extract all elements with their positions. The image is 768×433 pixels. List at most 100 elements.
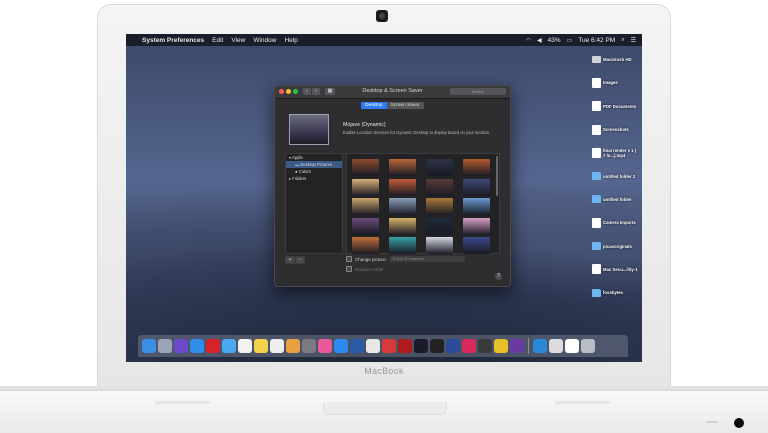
wallpaper-thumbnail[interactable] bbox=[352, 198, 379, 215]
document-icon bbox=[592, 264, 601, 275]
tab-desktop[interactable]: Desktop bbox=[361, 102, 387, 109]
screen-capture-icon[interactable] bbox=[414, 339, 428, 353]
random-order-option: Random order bbox=[346, 266, 384, 272]
photos-icon[interactable] bbox=[286, 339, 300, 353]
menu-window[interactable]: Window bbox=[253, 37, 276, 44]
wallpaper-thumbnail[interactable] bbox=[389, 237, 416, 254]
opera-icon[interactable] bbox=[206, 339, 220, 353]
desktop-item[interactable]: fossbytes bbox=[592, 281, 638, 304]
sleep-indicator bbox=[706, 421, 718, 423]
chrome-icon[interactable] bbox=[494, 339, 508, 353]
siri-icon[interactable] bbox=[174, 339, 188, 353]
change-picture-checkbox[interactable] bbox=[346, 256, 352, 262]
wallpaper-thumbnail[interactable] bbox=[426, 198, 453, 215]
wallpaper-thumbnail[interactable] bbox=[463, 237, 490, 254]
desktop-item[interactable]: untitled folder 2 bbox=[592, 164, 638, 187]
reminders-icon[interactable] bbox=[270, 339, 284, 353]
downloads-stack-icon[interactable] bbox=[549, 339, 563, 353]
vivaldi-icon[interactable] bbox=[478, 339, 492, 353]
calendar-icon[interactable] bbox=[238, 339, 252, 353]
mail-icon[interactable] bbox=[222, 339, 236, 353]
add-folder-button[interactable]: + bbox=[285, 256, 295, 264]
itunes-icon[interactable] bbox=[318, 339, 332, 353]
desktop-screensaver-window: ‹ › ▦ Desktop & Screen Saver Search Desk… bbox=[274, 85, 511, 287]
wallpaper-thumbnail[interactable] bbox=[463, 198, 490, 215]
system-preferences-icon[interactable] bbox=[302, 339, 316, 353]
battery-percent[interactable]: 43% bbox=[548, 37, 561, 44]
virtualbox-icon[interactable] bbox=[350, 339, 364, 353]
source-group-apple[interactable]: ▾ Apple bbox=[286, 154, 342, 161]
menu-app-name[interactable]: System Preferences bbox=[142, 37, 204, 44]
remote-desktop-icon[interactable] bbox=[533, 339, 547, 353]
source-item-colors[interactable]: ● Colors bbox=[286, 168, 342, 175]
app-store-icon[interactable] bbox=[334, 339, 348, 353]
source-item-desktop-pictures[interactable]: ▬ Desktop Pictures bbox=[286, 161, 342, 168]
notification-center-icon[interactable]: ☰ bbox=[631, 37, 636, 44]
random-order-checkbox[interactable] bbox=[346, 266, 352, 272]
tab-screen-saver[interactable]: Screen Saver bbox=[386, 102, 424, 109]
wallpaper-thumbnail[interactable] bbox=[426, 237, 453, 254]
volume-icon[interactable]: ◀ bbox=[537, 37, 542, 44]
lips-app-icon[interactable] bbox=[462, 339, 476, 353]
menu-view[interactable]: View bbox=[231, 37, 245, 44]
desktop-item[interactable]: final render v 1 ( 7 lo...).mp4 bbox=[592, 141, 638, 164]
desktop-item[interactable]: Screenshots bbox=[592, 118, 638, 141]
wallpaper-thumbnail[interactable] bbox=[426, 178, 453, 196]
wallpaper-thumbnail[interactable] bbox=[352, 217, 379, 235]
notes-icon[interactable] bbox=[254, 339, 268, 353]
search-field[interactable]: Search bbox=[450, 88, 506, 95]
spotlight-icon[interactable]: ⌕ bbox=[621, 37, 624, 44]
wallpaper-thumbnail[interactable] bbox=[352, 237, 379, 254]
menu-help[interactable]: Help bbox=[284, 37, 297, 44]
tor-browser-icon[interactable] bbox=[510, 339, 524, 353]
desktop-item-label: Images bbox=[603, 80, 618, 86]
wallpaper-thumbnail[interactable] bbox=[426, 159, 453, 176]
wallpaper-thumbnail[interactable] bbox=[426, 217, 453, 235]
battery-icon[interactable]: ▭ bbox=[567, 37, 573, 44]
source-list: ▾ Apple ▬ Desktop Pictures ● Colors ▸ Fo… bbox=[285, 153, 343, 254]
finder-icon[interactable] bbox=[142, 339, 156, 353]
random-order-label: Random order bbox=[355, 266, 384, 272]
desktop-item[interactable]: picasoriginals bbox=[592, 234, 638, 257]
desktop-item[interactable]: untitled folder bbox=[592, 188, 638, 211]
desktop-item-label: fossbytes bbox=[603, 290, 624, 296]
monodraw-icon[interactable] bbox=[366, 339, 380, 353]
wallpaper-thumbnail[interactable] bbox=[389, 217, 416, 235]
desktop-item[interactable]: Images bbox=[592, 71, 638, 94]
wallpaper-thumbnail[interactable] bbox=[463, 217, 490, 235]
launchpad-icon[interactable] bbox=[158, 339, 172, 353]
desktop-item[interactable]: Camera Imports bbox=[592, 211, 638, 234]
network-icon[interactable] bbox=[446, 339, 460, 353]
wallpaper-thumbnail[interactable] bbox=[389, 198, 416, 215]
wallpaper-thumbnail[interactable] bbox=[389, 178, 416, 196]
grid-scrollbar[interactable] bbox=[496, 156, 498, 196]
menubar: System Preferences Edit View Window Help… bbox=[126, 34, 642, 46]
change-picture-interval-select[interactable]: Every 30 minutes bbox=[389, 256, 465, 262]
desktop-item-label: picasoriginals bbox=[603, 243, 632, 249]
wallpaper-thumbnail[interactable] bbox=[463, 159, 490, 176]
wallpaper-thumbnail[interactable] bbox=[389, 159, 416, 176]
camera-icon bbox=[376, 10, 388, 22]
desktop-item[interactable]: Macintosh HD bbox=[592, 48, 638, 71]
wallpaper-thumbnail[interactable] bbox=[463, 178, 490, 196]
menubar-clock[interactable]: Tue 6:42 PM bbox=[578, 37, 615, 44]
desktop-item-label: Screenshots bbox=[603, 127, 629, 133]
wallpaper-thumbnail[interactable] bbox=[352, 159, 379, 176]
documents-stack-icon[interactable] bbox=[565, 339, 579, 353]
desktop-item[interactable]: PDF Documents bbox=[592, 95, 638, 118]
safari-icon[interactable] bbox=[190, 339, 204, 353]
help-button[interactable]: ? bbox=[495, 273, 502, 280]
desktop-item[interactable]: Mac Secu...ility-1 bbox=[592, 258, 638, 281]
photo-booth-icon[interactable] bbox=[398, 339, 412, 353]
terminal-icon[interactable] bbox=[430, 339, 444, 353]
wallpaper-name: Mojave (Dynamic) bbox=[343, 122, 386, 128]
remove-folder-button[interactable]: − bbox=[295, 256, 305, 264]
preview-icon[interactable] bbox=[382, 339, 396, 353]
desktop-item-label: final render v 1 ( 7 lo...).mp4 bbox=[603, 147, 637, 158]
wifi-icon[interactable]: ◠ bbox=[526, 37, 531, 44]
trash-icon[interactable] bbox=[581, 339, 595, 353]
menu-edit[interactable]: Edit bbox=[212, 37, 223, 44]
source-group-folders[interactable]: ▸ Folders bbox=[286, 175, 342, 182]
wallpaper-thumbnail[interactable] bbox=[352, 178, 379, 196]
power-button[interactable] bbox=[734, 418, 744, 428]
